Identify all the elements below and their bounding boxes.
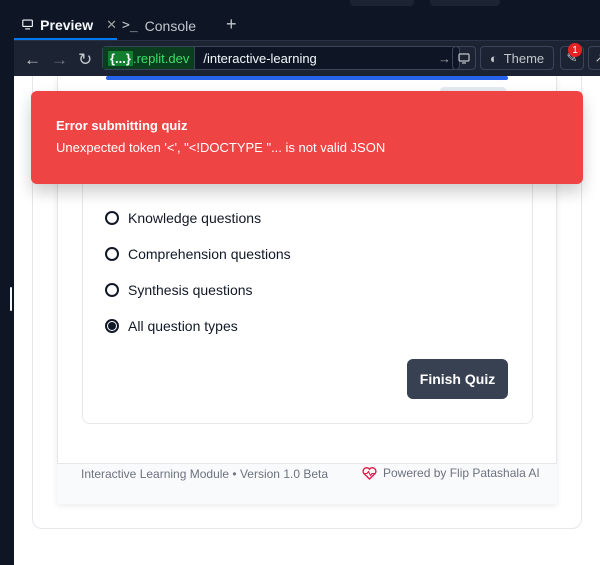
theme-button[interactable]: ◐ Theme <box>480 46 554 70</box>
powered-by-text: Powered by Flip Patashala AI <box>383 466 540 480</box>
toast-message: Unexpected token '<', "<!DOCTYPE "... is… <box>56 140 386 155</box>
external-link-icon: ↗ <box>595 50 600 66</box>
terminal-icon: >_ <box>122 18 138 33</box>
url-host: {...} .replit.dev <box>103 47 196 69</box>
option-label: Comprehension questions <box>128 246 291 262</box>
option-knowledge[interactable]: Knowledge questions <box>105 210 261 226</box>
radio-button-selected[interactable] <box>105 319 119 333</box>
footer-version-text: Interactive Learning Module • Version 1.… <box>81 467 329 481</box>
back-arrow-icon[interactable]: ← <box>24 50 41 70</box>
palette-icon: ◐ <box>489 50 498 66</box>
device-icon <box>458 52 470 64</box>
monitor-icon <box>22 19 33 30</box>
notification-badge: 1 <box>568 43 582 57</box>
error-toast: Error submitting quiz Unexpected token '… <box>31 91 583 184</box>
url-path: /interactive-learning <box>203 50 317 66</box>
url-field[interactable]: {...} .replit.dev /interactive-learning → <box>102 46 460 70</box>
close-icon[interactable]: ✕ <box>106 17 117 33</box>
url-toolbar: ← → ↻ {...} .replit.dev /interactive-lear… <box>14 40 600 77</box>
radio-button[interactable] <box>105 247 119 261</box>
add-tab-button[interactable]: + <box>226 14 237 35</box>
heart-pulse-icon <box>362 466 377 480</box>
option-label: Knowledge questions <box>128 210 262 226</box>
top-bar-pill <box>430 0 500 6</box>
theme-label: Theme <box>503 50 545 66</box>
option-label: Synthesis questions <box>128 282 253 298</box>
tab-bar: Preview ✕ >_ Console + <box>0 0 600 40</box>
resize-handle[interactable] <box>10 287 12 311</box>
option-all-types[interactable]: All question types <box>105 318 238 334</box>
tab-preview[interactable]: Preview ✕ <box>14 11 117 40</box>
toast-title: Error submitting quiz <box>56 118 188 133</box>
option-comprehension[interactable]: Comprehension questions <box>105 246 291 262</box>
tab-preview-label: Preview <box>40 16 94 33</box>
tab-console[interactable]: >_ Console <box>122 11 196 40</box>
url-host-suffix: .replit.dev <box>132 50 190 66</box>
option-label: All question types <box>128 318 238 334</box>
tab-console-label: Console <box>144 17 197 34</box>
radio-button[interactable] <box>105 211 119 225</box>
top-bar-pill <box>350 0 414 6</box>
footer-powered-by: Powered by Flip Patashala AI <box>362 466 540 480</box>
radio-button[interactable] <box>105 283 119 297</box>
finish-quiz-button[interactable]: Finish Quiz <box>407 359 508 399</box>
progress-bar <box>106 76 508 80</box>
devices-button[interactable] <box>452 46 476 70</box>
forward-arrow-icon[interactable]: → <box>51 50 68 70</box>
url-host-prefix: {...} <box>108 50 133 66</box>
open-new-tab-button[interactable]: ↗ <box>588 46 600 70</box>
left-panel-edge <box>0 0 14 565</box>
radio-dot <box>108 322 116 330</box>
module-footer: Interactive Learning Module • Version 1.… <box>57 463 557 504</box>
reload-icon[interactable]: ↻ <box>78 50 92 70</box>
option-synthesis[interactable]: Synthesis questions <box>105 282 253 298</box>
